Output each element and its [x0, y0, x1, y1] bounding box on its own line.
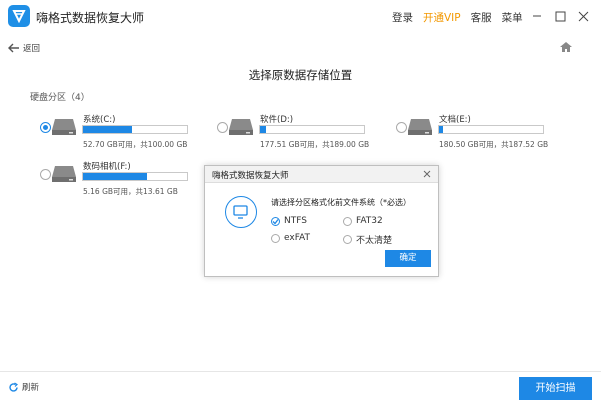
drive-d[interactable]: 软件(D:) 177.51 GB可用，共189.00 GB	[217, 113, 387, 153]
refresh-icon	[9, 381, 18, 392]
drive-f[interactable]: 数码相机(F:) 5.16 GB可用，共13.61 GB	[40, 160, 210, 200]
option-radio[interactable]	[343, 235, 352, 244]
back-button[interactable]: 返回	[8, 42, 40, 54]
drive-name: 系统(C:)	[83, 115, 116, 125]
drive-name: 文档(E:)	[439, 115, 471, 125]
option-exfat[interactable]: exFAT	[271, 233, 310, 243]
drive-c[interactable]: 系统(C:) 52.70 GB可用，共100.00 GB	[40, 113, 210, 153]
option-label: exFAT	[284, 233, 311, 243]
drive-name: 软件(D:)	[260, 115, 294, 125]
start-scan-button[interactable]: 开始扫描	[519, 377, 592, 400]
hard-drive-icon	[408, 119, 432, 135]
option-label: 不太清楚	[356, 236, 393, 246]
home-icon[interactable]	[559, 41, 573, 53]
dialog-message: 请选择分区格式化前文件系统（*必选）	[271, 198, 411, 207]
drive-space-info: 177.51 GB可用，共189.00 GB	[260, 140, 370, 149]
app-title: 嗨格式数据恢复大师	[36, 11, 145, 25]
option-radio[interactable]	[271, 233, 280, 243]
drive-usage-bar	[82, 125, 188, 134]
drive-usage-bar	[259, 125, 365, 134]
monitor-icon	[225, 196, 257, 228]
drive-name: 数码相机(F:)	[83, 162, 131, 172]
option-fat32[interactable]: FAT32	[343, 216, 383, 226]
refresh-label: 刷新	[22, 383, 40, 393]
app-logo-icon	[8, 5, 30, 27]
menu-link[interactable]: 菜单	[502, 10, 523, 25]
file-system-dialog: 嗨格式数据恢复大师 请选择分区格式化前文件系统（*必选） NTFS FAT32 …	[204, 165, 439, 277]
option-ntfs[interactable]: NTFS	[271, 216, 307, 226]
back-arrow-icon	[8, 43, 19, 53]
drive-usage-bar	[82, 172, 188, 181]
top-links: 登录 开通VIP 客服 菜单	[392, 10, 533, 25]
option-radio[interactable]	[343, 216, 352, 226]
back-label: 返回	[23, 44, 41, 54]
drive-space-info: 52.70 GB可用，共100.00 GB	[83, 140, 188, 149]
option-unsure[interactable]: 不太清楚	[343, 233, 392, 246]
refresh-button[interactable]: 刷新	[8, 381, 39, 393]
hard-drive-icon	[229, 119, 253, 135]
maximize-icon[interactable]	[552, 8, 568, 24]
dialog-close-icon[interactable]	[421, 168, 433, 180]
minimize-icon[interactable]	[529, 8, 545, 24]
service-link[interactable]: 客服	[471, 10, 492, 25]
ok-button[interactable]: 确定	[385, 250, 431, 267]
vip-link[interactable]: 开通VIP	[423, 10, 461, 25]
close-icon[interactable]	[575, 8, 591, 24]
hard-drive-icon	[52, 119, 76, 135]
option-label: FAT32	[356, 216, 383, 226]
option-radio[interactable]	[271, 216, 280, 226]
hard-drive-icon	[52, 166, 76, 182]
footer-divider	[0, 371, 601, 372]
drive-space-info: 5.16 GB可用，共13.61 GB	[83, 187, 178, 196]
dialog-header: 嗨格式数据恢复大师	[205, 166, 438, 183]
login-link[interactable]: 登录	[392, 10, 413, 25]
drive-usage-bar	[438, 125, 544, 134]
option-label: NTFS	[284, 216, 307, 226]
drive-e[interactable]: 文档(E:) 180.50 GB可用，共187.52 GB	[396, 113, 566, 153]
partition-count-label: 硬盘分区（4）	[30, 93, 90, 103]
title-bar: 嗨格式数据恢复大师 登录 开通VIP 客服 菜单	[0, 0, 601, 32]
page-title: 选择原数据存储位置	[248, 68, 353, 82]
drive-space-info: 180.50 GB可用，共187.52 GB	[439, 140, 549, 149]
dialog-title: 嗨格式数据恢复大师	[212, 171, 289, 181]
